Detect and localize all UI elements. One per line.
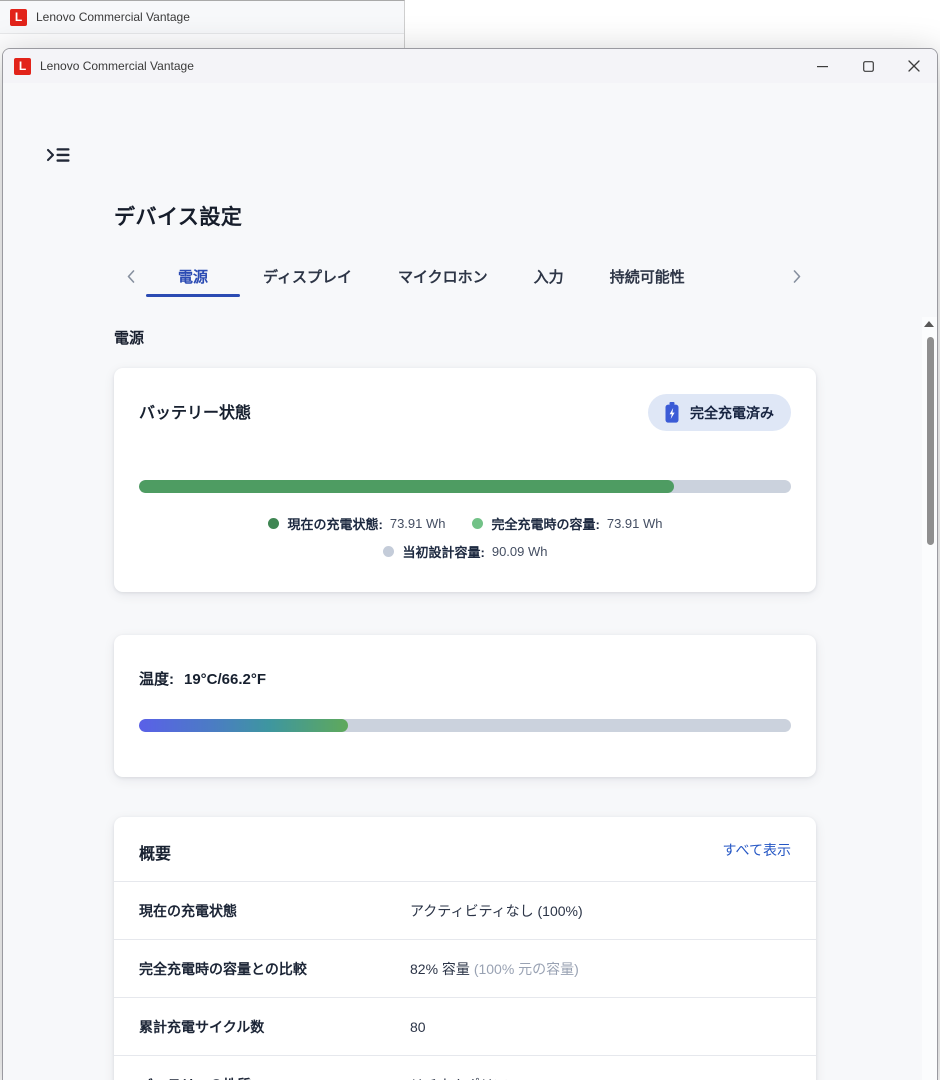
row-value: アクティビティなし (100%) (410, 901, 583, 921)
maximize-icon (863, 61, 874, 72)
table-row-capacity-comparison: 完全充電時の容量との比較 82% 容量 (100% 元の容量) (114, 939, 816, 997)
legend-value: 73.91 Wh (390, 516, 446, 531)
tab-sustainability[interactable]: 持続可能性 (587, 255, 708, 297)
close-icon (908, 60, 920, 72)
scrollbar-up-arrow[interactable] (924, 321, 934, 327)
expand-menu-icon (46, 146, 70, 164)
section-title-power: 電源 (114, 327, 144, 348)
battery-card-title: バッテリー状態 (139, 399, 251, 423)
content-area: デバイス設定 電源 ディスプレイ マイクロホン 入力 持続可能性 電源 (3, 83, 937, 1080)
legend-current-charge: 現在の充電状態: 73.91 Wh (268, 514, 446, 533)
temperature-card: 温度: 19°C/66.2°F (114, 635, 816, 777)
row-value-main: リチウムポリマー (410, 1077, 522, 1080)
row-value-main: 80 (410, 1019, 426, 1035)
temperature-label: 温度: (139, 671, 174, 688)
background-window-title: Lenovo Commercial Vantage (36, 10, 190, 24)
close-button[interactable] (891, 49, 937, 83)
row-label: 完全充電時の容量との比較 (139, 959, 307, 979)
legend-dot-dark-green (268, 518, 279, 529)
expand-menu-button[interactable] (44, 143, 72, 167)
show-all-link[interactable]: すべて表示 (723, 840, 791, 860)
battery-status-badge: 完全充電済み (648, 394, 791, 431)
row-value: 82% 容量 (100% 元の容量) (410, 959, 579, 979)
table-row-current-charge-state: 現在の充電状態 アクティビティなし (100%) (114, 881, 816, 939)
battery-progress-bar (139, 480, 791, 493)
page-title: デバイス設定 (114, 201, 242, 231)
background-window-titlebar[interactable]: L Lenovo Commercial Vantage (0, 1, 404, 34)
main-window: L Lenovo Commercial Vantage (2, 48, 938, 1080)
legend-value: 90.09 Wh (492, 544, 548, 559)
temperature-line: 温度: 19°C/66.2°F (139, 668, 266, 689)
legend-dot-light-green (472, 518, 483, 529)
temperature-value: 19°C/66.2°F (184, 671, 266, 688)
tab-strip: 電源 ディスプレイ マイクロホン 入力 持続可能性 (120, 255, 808, 297)
overview-rows: 現在の充電状態 アクティビティなし (100%) 完全充電時の容量との比較 82… (114, 881, 816, 1080)
legend-value: 73.91 Wh (607, 516, 663, 531)
battery-progress-fill (139, 480, 674, 493)
titlebar: L Lenovo Commercial Vantage (3, 49, 937, 83)
tab-input[interactable]: 入力 (511, 255, 587, 297)
temperature-progress-fill (139, 719, 348, 732)
legend-dot-gray (383, 546, 394, 557)
table-row-charge-cycles: 累計充電サイクル数 80 (114, 997, 816, 1055)
battery-legend: 現在の充電状態: 73.91 Wh 完全充電時の容量: 73.91 Wh 当初設… (114, 514, 816, 561)
background-window: L Lenovo Commercial Vantage (0, 0, 405, 48)
overview-title: 概要 (139, 840, 171, 864)
battery-status-badge-label: 完全充電済み (690, 403, 774, 423)
legend-label: 現在の充電状態: (288, 514, 383, 533)
row-label: バッテリーの性質 (139, 1075, 251, 1080)
legend-label: 完全充電時の容量: (492, 514, 600, 533)
row-label: 累計充電サイクル数 (139, 1017, 264, 1037)
legend-full-charge-capacity: 完全充電時の容量: 73.91 Wh (472, 514, 663, 533)
battery-status-card: バッテリー状態 完全充電済み 現在の充電状態: 73.91 Wh (114, 368, 816, 592)
minimize-button[interactable] (799, 49, 845, 83)
legend-label: 当初設計容量: (403, 542, 485, 561)
overview-card: 概要 すべて表示 現在の充電状態 アクティビティなし (100%) 完全充電時の… (114, 817, 816, 1080)
row-label: 現在の充電状態 (139, 901, 237, 921)
tabs: 電源 ディスプレイ マイクロホン 入力 持続可能性 (146, 255, 708, 297)
tab-display[interactable]: ディスプレイ (240, 255, 375, 297)
row-value-main: アクティビティなし (100%) (410, 903, 583, 919)
window-controls (799, 49, 937, 83)
overview-header: 概要 すべて表示 (114, 817, 816, 881)
legend-design-capacity: 当初設計容量: 90.09 Wh (383, 542, 548, 561)
lenovo-logo-icon: L (14, 58, 31, 75)
tab-microphone[interactable]: マイクロホン (375, 255, 511, 297)
table-row-battery-chemistry: バッテリーの性質 リチウムポリマー (114, 1055, 816, 1080)
row-value-secondary: (100% 元の容量) (474, 961, 579, 977)
tabs-scroll-right-button[interactable] (786, 261, 808, 291)
maximize-button[interactable] (845, 49, 891, 83)
temperature-progress-bar (139, 719, 791, 732)
battery-charged-icon (665, 402, 679, 423)
minimize-icon (817, 61, 828, 72)
tabs-scroll-left-button[interactable] (120, 261, 142, 291)
tab-power[interactable]: 電源 (146, 255, 240, 297)
chevron-right-icon (793, 270, 801, 283)
chevron-left-icon (127, 270, 135, 283)
row-value: 80 (410, 1019, 426, 1035)
window-title: Lenovo Commercial Vantage (40, 59, 194, 73)
lenovo-logo-icon: L (10, 9, 27, 26)
row-value-main: 82% 容量 (410, 961, 474, 977)
row-value: リチウムポリマー (410, 1075, 522, 1080)
scrollbar-thumb[interactable] (927, 337, 934, 545)
